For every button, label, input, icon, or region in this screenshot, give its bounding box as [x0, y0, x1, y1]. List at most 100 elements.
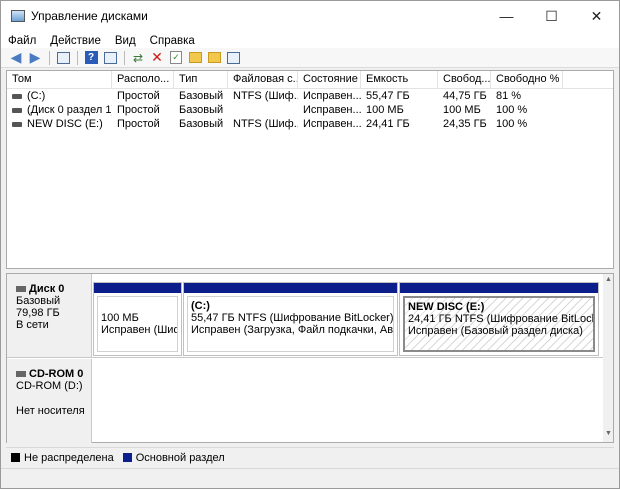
cd-rom-icon	[16, 371, 26, 378]
disk-management-window: Управление дисками — ☐ ✕ Файл Действие В…	[0, 0, 620, 489]
table-row[interactable]: (C:) Простой Базовый NTFS (Шиф... Исправ…	[7, 89, 613, 103]
menu-action[interactable]: Действие	[43, 35, 108, 47]
partition-system-reserved[interactable]: 100 МБ Исправен (Шифр	[93, 282, 182, 356]
maximize-button[interactable]: ☐	[529, 1, 574, 31]
disk-management-app-icon	[11, 10, 25, 22]
table-row[interactable]: NEW DISC (E:) Простой Базовый NTFS (Шиф.…	[7, 117, 613, 131]
column-header-free-percent[interactable]: Свободно %	[491, 71, 563, 89]
volume-free-percent: 81 %	[496, 90, 522, 102]
volume-layout: Простой	[117, 118, 160, 130]
disk-row: Диск 0 Базовый 79,98 ГБ В сети 100 МБ Ис…	[7, 274, 605, 358]
close-button[interactable]: ✕	[574, 1, 619, 31]
partition-size: 24,41 ГБ NTFS (Шифрование BitLocker)	[408, 313, 595, 325]
disk-status: Нет носителя	[16, 405, 85, 417]
volume-free-space: 24,35 ГБ	[443, 118, 487, 130]
volume-status: Исправен...	[303, 118, 361, 130]
volume-capacity: 55,47 ГБ	[366, 90, 410, 102]
volume-status: Исправен...	[303, 90, 361, 102]
volume-free-percent: 100 %	[496, 118, 528, 130]
volume-name: (C:)	[27, 90, 46, 102]
volume-name: NEW DISC (E:)	[27, 118, 103, 130]
disk-graphical-view: Диск 0 Базовый 79,98 ГБ В сети 100 МБ Ис…	[6, 273, 614, 443]
legend-label: Не распределена	[24, 451, 114, 464]
volume-type: Базовый	[179, 118, 224, 130]
disk-label[interactable]: Диск 0 Базовый 79,98 ГБ В сети	[7, 274, 92, 357]
minimize-button[interactable]: —	[484, 1, 529, 31]
folder-up-icon[interactable]	[186, 50, 204, 66]
volume-layout: Простой	[117, 104, 160, 116]
partition-status: Исправен (Базовый раздел диска)	[408, 325, 583, 337]
help-icon[interactable]: ?	[82, 50, 100, 66]
volume-status: Исправен...	[303, 104, 361, 116]
partition-title: (C:)	[191, 300, 210, 312]
partition-status: Исправен (Шифр	[101, 324, 177, 336]
disk-status: В сети	[16, 319, 49, 331]
volume-filesystem: NTFS (Шиф...	[233, 118, 298, 130]
status-bar	[1, 468, 619, 488]
column-header-type[interactable]: Тип	[174, 71, 228, 89]
menu-view[interactable]: Вид	[108, 35, 143, 47]
disk-label[interactable]: CD-ROM 0 CD-ROM (D:) Нет носителя	[7, 359, 92, 443]
toolbar: ◀ ▶ ? ⇄ ✕ ✓	[1, 48, 619, 68]
legend: Не распределена Основной раздел	[6, 447, 614, 467]
partition-primary-bar	[184, 283, 397, 293]
legend-item: Не распределена	[11, 452, 114, 464]
disk-type: Базовый	[16, 295, 61, 307]
volume-capacity: 100 МБ	[366, 104, 404, 116]
column-header-capacity[interactable]: Емкость	[361, 71, 438, 89]
partition-primary-bar	[400, 283, 598, 293]
partition-c[interactable]: (C:) 55,47 ГБ NTFS (Шифрование BitLocker…	[183, 282, 398, 356]
menu-help[interactable]: Справка	[143, 35, 202, 47]
partition-size: 100 МБ	[101, 312, 139, 324]
partition-title: NEW DISC (E:)	[408, 301, 485, 313]
disk-name: CD-ROM 0	[29, 368, 84, 380]
disk-size: 79,98 ГБ	[16, 307, 60, 319]
partition-e[interactable]: NEW DISC (E:) 24,41 ГБ NTFS (Шифрование …	[399, 282, 599, 356]
volume-free-percent: 100 %	[496, 104, 528, 116]
hard-disk-icon	[16, 286, 26, 293]
volume-icon	[12, 93, 22, 99]
table-row[interactable]: (Диск 0 раздел 1) Простой Базовый Исправ…	[7, 103, 613, 117]
window-title: Управление дисками	[31, 9, 148, 23]
partition-selected: NEW DISC (E:) 24,41 ГБ NTFS (Шифрование …	[403, 296, 595, 352]
console-icon[interactable]	[101, 50, 119, 66]
scroll-down-icon[interactable]: ▼	[605, 430, 612, 437]
column-header-layout[interactable]: Располо...	[112, 71, 174, 89]
vertical-scrollbar[interactable]: ▲ ▼	[603, 274, 613, 442]
forward-icon[interactable]: ▶	[26, 49, 44, 66]
volume-free-space: 44,75 ГБ	[443, 90, 487, 102]
volume-type: Базовый	[179, 90, 224, 102]
properties-icon[interactable]: ✓	[167, 50, 185, 66]
column-header-status[interactable]: Состояние	[298, 71, 361, 89]
column-header-volume[interactable]: Том	[7, 71, 112, 89]
volume-icon	[12, 107, 22, 113]
volume-filesystem: NTFS (Шиф...	[233, 90, 298, 102]
legend-item: Основной раздел	[122, 451, 225, 464]
legend-label: Основной раздел	[135, 451, 225, 464]
volume-filesystem	[228, 103, 298, 117]
volume-name: (Диск 0 раздел 1)	[27, 104, 112, 116]
disk-type: CD-ROM (D:)	[16, 380, 83, 392]
connect-icon[interactable]: ⇄	[129, 50, 147, 66]
delete-icon[interactable]: ✕	[148, 49, 166, 66]
legend-swatch-primary	[122, 453, 132, 462]
volume-list-header: Том Располо... Тип Файловая с... Состоян…	[7, 71, 613, 89]
folder-search-icon[interactable]	[205, 50, 223, 66]
volume-icon	[12, 121, 22, 127]
menu-file[interactable]: Файл	[1, 35, 43, 47]
column-header-filesystem[interactable]: Файловая с...	[228, 71, 298, 89]
title-bar: Управление дисками — ☐ ✕	[1, 1, 619, 31]
disk-name: Диск 0	[29, 283, 65, 295]
column-header-free-space[interactable]: Свобод...	[438, 71, 491, 89]
partition-status: Исправен (Загрузка, Файл подкачки, Авари…	[191, 324, 393, 336]
back-icon[interactable]: ◀	[7, 49, 25, 66]
list-icon[interactable]	[224, 50, 242, 66]
volume-capacity: 24,41 ГБ	[366, 118, 410, 130]
cdrom-row: CD-ROM 0 CD-ROM (D:) Нет носителя	[7, 359, 605, 443]
volume-list: Том Располо... Тип Файловая с... Состоян…	[6, 70, 614, 269]
partition-primary-bar	[94, 283, 181, 293]
volume-layout: Простой	[117, 90, 160, 102]
panel-icon[interactable]	[54, 50, 72, 66]
legend-swatch-unallocated	[11, 453, 20, 462]
scroll-up-icon[interactable]: ▲	[605, 276, 612, 283]
